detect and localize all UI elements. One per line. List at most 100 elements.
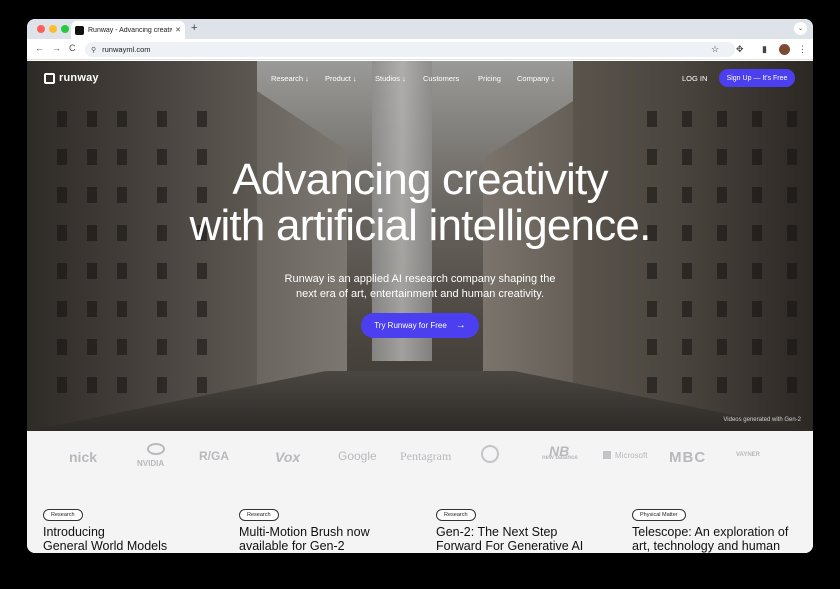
building-window xyxy=(87,301,97,317)
building-window xyxy=(197,377,207,393)
microsoft-squares-icon xyxy=(603,451,611,459)
building-window xyxy=(87,377,97,393)
partner-logo-mbc: MBC xyxy=(669,449,707,466)
partner-logo-vayner: VAYNER xyxy=(736,452,761,458)
site-navigation: runway Research ↓ Product ↓ Studios ↓ Cu… xyxy=(27,61,813,97)
building-window xyxy=(717,301,727,317)
building-window xyxy=(117,111,127,127)
nav-pricing[interactable]: Pricing xyxy=(478,74,501,83)
runway-logo-text: runway xyxy=(59,72,99,84)
building-window xyxy=(197,301,207,317)
partner-logo-emblem-icon xyxy=(481,445,499,463)
bookmark-star-icon[interactable]: ☆ xyxy=(711,44,719,55)
arrow-right-icon: → xyxy=(455,320,466,331)
partner-logo-strip: nick NVIDIA R/GA Vox Google Pentagram ne… xyxy=(27,431,813,481)
back-button[interactable]: ← xyxy=(35,43,44,53)
hero-subheadline-line-2: next era of art, entertainment and human… xyxy=(295,288,545,300)
building-window xyxy=(752,301,762,317)
tab-search-button[interactable]: ⌄ xyxy=(794,22,807,35)
tab-title: Runway - Advancing creativi xyxy=(88,26,173,34)
card-title-line-2[interactable]: Forward For Generative AI xyxy=(436,539,616,553)
building-window xyxy=(717,377,727,393)
partner-logo-microsoft: Microsoft xyxy=(615,451,648,460)
news-card[interactable]: Research Gen-2: The Next Step Forward Fo… xyxy=(436,503,616,553)
card-title-line-2[interactable]: available for Gen-2 xyxy=(239,539,419,553)
card-title-line-1[interactable]: Gen-2: The Next Step xyxy=(436,525,616,539)
nav-research[interactable]: Research ↓ xyxy=(271,74,309,83)
card-tag[interactable]: Physical Matter xyxy=(632,509,686,521)
nav-studios[interactable]: Studios ↓ xyxy=(375,74,406,83)
building-window xyxy=(682,377,692,393)
hero-section: runway Research ↓ Product ↓ Studios ↓ Cu… xyxy=(27,61,813,431)
building-window xyxy=(752,339,762,355)
news-cards: Research Introducing General World Model… xyxy=(27,481,813,553)
browser-toolbar: ← → C ⚲ runwayml.com ☆ ✥ ▮ ⋮ xyxy=(27,39,813,60)
address-bar[interactable]: ⚲ runwayml.com xyxy=(85,42,735,57)
news-card[interactable]: Research Multi-Motion Brush now availabl… xyxy=(239,503,419,553)
runway-logo[interactable]: runway xyxy=(44,72,99,84)
tab-close-icon[interactable]: ✕ xyxy=(175,26,181,34)
building-window xyxy=(197,111,207,127)
building-window xyxy=(117,377,127,393)
building-window xyxy=(157,111,167,127)
card-title-line-2[interactable]: art, technology and human xyxy=(632,539,812,553)
building-window xyxy=(787,377,797,393)
news-card[interactable]: Physical Matter Telescope: An exploratio… xyxy=(632,503,812,553)
building-window xyxy=(647,339,657,355)
url-text[interactable]: runwayml.com xyxy=(102,45,150,54)
side-panel-icon[interactable]: ▮ xyxy=(762,44,767,55)
building-window xyxy=(87,111,97,127)
hero-headline: Advancing creativity with artificial int… xyxy=(27,157,813,249)
building-window xyxy=(682,111,692,127)
hero-subheadline-line-1: Runway is an applied AI research company… xyxy=(284,273,556,285)
hero-headline-line-2: with artificial intelligence. xyxy=(189,201,651,250)
building-window xyxy=(87,339,97,355)
minimize-window-button[interactable] xyxy=(49,25,57,33)
browser-tab[interactable]: Runway - Advancing creativi ✕ xyxy=(71,21,185,39)
building-window xyxy=(682,339,692,355)
more-menu-icon[interactable]: ⋮ xyxy=(798,44,807,55)
nvidia-eye-icon xyxy=(147,443,165,455)
building-window xyxy=(717,111,727,127)
building-window xyxy=(157,339,167,355)
partner-logo-pentagram: Pentagram xyxy=(400,449,452,463)
reload-button[interactable]: C xyxy=(69,43,76,53)
forward-button[interactable]: → xyxy=(52,43,61,53)
site-info-icon[interactable]: ⚲ xyxy=(91,46,96,54)
building-window xyxy=(717,339,727,355)
card-title-line-2[interactable]: General World Models xyxy=(43,539,223,553)
building-window xyxy=(117,301,127,317)
signup-button[interactable]: Sign Up — It's Free xyxy=(719,69,795,87)
partner-logo-nvidia: NVIDIA xyxy=(137,459,165,468)
building-window xyxy=(197,339,207,355)
building-window xyxy=(787,301,797,317)
building-window xyxy=(57,377,67,393)
nav-product[interactable]: Product ↓ xyxy=(325,74,357,83)
nav-customers[interactable]: Customers xyxy=(423,74,459,83)
close-window-button[interactable] xyxy=(37,25,45,33)
new-tab-button[interactable]: + xyxy=(191,22,197,34)
building-window xyxy=(787,111,797,127)
extensions-icon[interactable]: ✥ xyxy=(736,44,744,55)
web-page: runway Research ↓ Product ↓ Studios ↓ Cu… xyxy=(27,61,813,553)
tab-strip: Runway - Advancing creativi ✕ + ⌄ xyxy=(27,19,813,39)
building-window xyxy=(57,301,67,317)
profile-avatar[interactable] xyxy=(779,44,790,55)
card-tag[interactable]: Research xyxy=(436,509,476,521)
try-runway-button[interactable]: Try Runway for Free → xyxy=(361,313,479,338)
card-title-line-1[interactable]: Multi-Motion Brush now xyxy=(239,525,419,539)
building-window xyxy=(682,301,692,317)
card-title-line-1[interactable]: Introducing xyxy=(43,525,223,539)
runway-favicon-icon xyxy=(75,25,84,35)
card-tag[interactable]: Research xyxy=(239,509,279,521)
card-title-line-1[interactable]: Telescope: An exploration of xyxy=(632,525,812,539)
card-tag[interactable]: Research xyxy=(43,509,83,521)
maximize-window-button[interactable] xyxy=(61,25,69,33)
hero-subheadline: Runway is an applied AI research company… xyxy=(27,272,813,302)
nav-company[interactable]: Company ↓ xyxy=(517,74,555,83)
news-card[interactable]: Research Introducing General World Model… xyxy=(43,503,223,553)
login-link[interactable]: LOG IN xyxy=(682,74,707,83)
building-window xyxy=(157,301,167,317)
runway-logo-icon xyxy=(44,72,55,84)
building-window xyxy=(752,377,762,393)
